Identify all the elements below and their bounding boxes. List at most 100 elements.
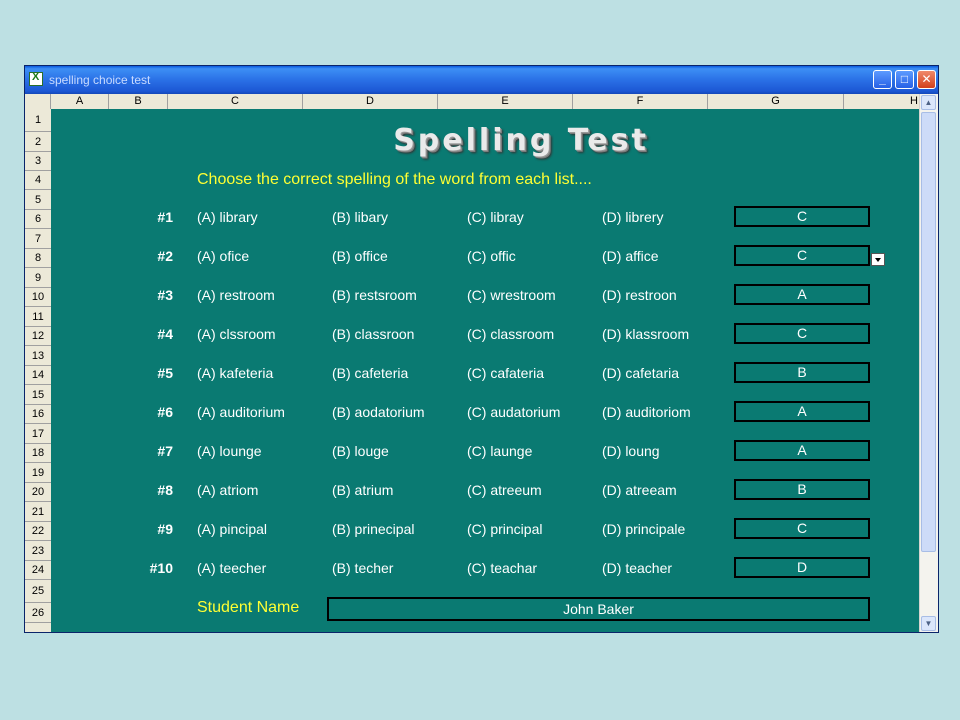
option-c: (C) principal (467, 521, 543, 537)
answer-cell[interactable]: C (734, 518, 870, 539)
option-b: (B) restsroom (332, 287, 417, 303)
row-header[interactable]: 21 (25, 502, 51, 522)
option-c: (C) launge (467, 443, 533, 459)
option-b: (B) prinecipal (332, 521, 415, 537)
column-header-b[interactable]: B (109, 94, 168, 109)
row-header[interactable]: 2 (25, 132, 51, 152)
student-name-field[interactable]: John Baker (327, 597, 870, 621)
option-a: (A) restroom (197, 287, 275, 303)
spelling-test-banner: Spelling Test (393, 123, 649, 158)
question-number: #5 (157, 365, 173, 381)
question-number: #3 (157, 287, 173, 303)
option-d: (D) atreeam (602, 482, 677, 498)
row-header[interactable]: 6 (25, 210, 51, 229)
maximize-button[interactable]: □ (895, 70, 914, 89)
row-header[interactable]: 18 (25, 444, 51, 463)
option-c: (C) cafateria (467, 365, 545, 381)
option-b: (B) louge (332, 443, 389, 459)
column-header-g[interactable]: G (708, 94, 844, 109)
row-header[interactable]: 17 (25, 424, 51, 444)
column-header-h[interactable]: H (844, 94, 921, 109)
question-number: #6 (157, 404, 173, 420)
minimize-button[interactable]: _ (873, 70, 892, 89)
column-header-d[interactable]: D (303, 94, 438, 109)
option-b: (B) techer (332, 560, 394, 576)
answer-cell[interactable]: C (734, 206, 870, 227)
option-c: (C) audatorium (467, 404, 561, 420)
option-d: (D) principale (602, 521, 686, 537)
answer-cell[interactable]: C (734, 245, 870, 266)
excel-icon[interactable] (29, 71, 43, 86)
row-header[interactable]: 7 (25, 229, 51, 249)
scrollbar-thumb[interactable] (921, 112, 936, 552)
option-d: (D) auditoriom (602, 404, 691, 420)
answer-cell[interactable]: A (734, 440, 870, 461)
select-all-corner[interactable] (25, 94, 51, 109)
vertical-scrollbar[interactable]: ▲ ▼ (919, 94, 938, 632)
column-header-f[interactable]: F (573, 94, 708, 109)
row-header[interactable]: 4 (25, 171, 51, 190)
option-c: (C) classroom (467, 326, 555, 342)
question-number: #4 (157, 326, 173, 342)
row-header[interactable]: 10 (25, 288, 51, 307)
answer-cell[interactable]: A (734, 401, 870, 422)
row-header[interactable]: 16 (25, 405, 51, 424)
option-c: (C) offic (467, 248, 516, 264)
worksheet-area[interactable]: Spelling Test Choose the correct spellin… (51, 109, 921, 632)
student-name-label: Student Name (197, 599, 300, 616)
row-header[interactable]: 20 (25, 483, 51, 502)
option-d: (D) librery (602, 209, 664, 225)
option-a: (A) teecher (197, 560, 267, 576)
row-header[interactable]: 11 (25, 307, 51, 327)
column-header-e[interactable]: E (438, 94, 573, 109)
excel-window: spelling choice test _ □ ✕ A B C D E F G… (24, 65, 939, 633)
row-header[interactable]: 8 (25, 249, 51, 268)
row-header[interactable]: 3 (25, 152, 51, 171)
scroll-up-button[interactable]: ▲ (921, 95, 936, 110)
row-header[interactable]: 19 (25, 463, 51, 483)
chevron-down-icon[interactable] (871, 253, 885, 266)
scroll-down-button[interactable]: ▼ (921, 616, 936, 631)
row-header[interactable]: 9 (25, 268, 51, 288)
option-d: (D) restroon (602, 287, 677, 303)
row-header[interactable]: 25 (25, 580, 51, 603)
question-number: #10 (149, 560, 173, 576)
answer-cell[interactable]: B (734, 479, 870, 500)
option-c: (C) wrestroom (467, 287, 556, 303)
option-d: (D) klassroom (602, 326, 690, 342)
option-c: (C) libray (467, 209, 524, 225)
answer-cell[interactable]: A (734, 284, 870, 305)
option-a: (A) lounge (197, 443, 262, 459)
option-a: (A) kafeteria (197, 365, 274, 381)
option-a: (A) pincipal (197, 521, 268, 537)
row-header[interactable]: 23 (25, 541, 51, 561)
row-header[interactable]: 14 (25, 366, 51, 385)
column-header-a[interactable]: A (51, 94, 109, 109)
option-a: (A) library (197, 209, 258, 225)
instruction-text: Choose the correct spelling of the word … (197, 171, 592, 188)
answer-cell[interactable]: D (734, 557, 870, 578)
row-header[interactable]: 22 (25, 522, 51, 541)
close-button[interactable]: ✕ (917, 70, 936, 89)
option-d: (D) affice (602, 248, 659, 264)
question-number: #1 (157, 209, 173, 225)
row-header[interactable]: 24 (25, 561, 51, 580)
row-header[interactable]: 12 (25, 327, 51, 346)
option-b: (B) office (332, 248, 388, 264)
option-d: (D) cafetaria (602, 365, 680, 381)
row-header[interactable]: 26 (25, 603, 51, 623)
row-header[interactable]: 13 (25, 346, 51, 366)
option-c: (C) teachar (467, 560, 538, 576)
row-header[interactable]: 1 (25, 109, 51, 132)
option-a: (A) auditorium (197, 404, 285, 420)
question-number: #2 (157, 248, 173, 264)
row-header[interactable]: 5 (25, 190, 51, 210)
option-b: (B) classroon (332, 326, 415, 342)
answer-cell[interactable]: B (734, 362, 870, 383)
answer-cell[interactable]: C (734, 323, 870, 344)
column-header-c[interactable]: C (168, 94, 303, 109)
option-a: (A) clssroom (197, 326, 276, 342)
option-d: (D) loung (602, 443, 660, 459)
row-header[interactable]: 15 (25, 385, 51, 405)
question-number: #7 (157, 443, 173, 459)
